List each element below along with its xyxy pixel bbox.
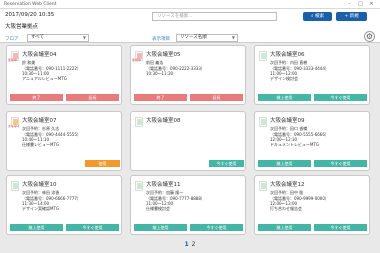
filter-display-select[interactable]: リソース名順 ▼: [176, 34, 238, 42]
card-action-button[interactable]: 今すぐ使用: [190, 224, 243, 231]
card-action-button[interactable]: 継上使用: [10, 224, 63, 231]
room-card[interactable]: 大阪会議室11 次回予約：加藤 隆一 （電話番号：090-7777-8888） 11:…: [130, 175, 246, 235]
room-name: 大阪会議室04: [22, 52, 57, 58]
search-button-label: 検索: [314, 14, 324, 19]
window-title: Reservation Web Client: [4, 2, 57, 7]
status-indicator: まもなく: [8, 124, 21, 128]
minimize-icon[interactable]: –: [346, 1, 353, 8]
card-action-button[interactable]: 終了: [134, 94, 187, 101]
app-header: 2017/09/20 10:35 大阪営業拠点 リソースを検索... ⌕ 検索 …: [0, 9, 380, 43]
location-name: 大阪営業拠点: [5, 24, 39, 30]
room-name: 大阪会議室06: [270, 52, 305, 58]
status-indicator: 使用中: [8, 58, 18, 62]
filter-floor-value: すべて: [31, 35, 45, 40]
room-name: 大阪会議室05: [146, 52, 181, 58]
room-card[interactable]: まもなく 大阪会議室07 次回予約：杉原 久志 （電話番号：090-4444-5555…: [6, 111, 122, 171]
room-name: 大阪会議室07: [22, 118, 57, 124]
reservation-detail-line: ドキュメントレビューMTG: [270, 142, 319, 147]
close-icon[interactable]: ✕: [368, 1, 375, 8]
search-input[interactable]: リソースを検索...: [152, 12, 277, 21]
search-button[interactable]: ⌕ 検索: [303, 12, 332, 21]
reservation-detail-line: デザイン検討会: [270, 76, 298, 81]
reservation-detail-line: 仕様書レビューMTG: [22, 142, 59, 147]
settings-gear-icon[interactable]: ⚙: [364, 31, 375, 42]
door-status-icon: [259, 51, 267, 61]
status-indicator: 使用中: [132, 58, 142, 62]
card-action-button[interactable]: 今すぐ使用: [314, 94, 367, 101]
card-action-button[interactable]: 継上使用: [258, 94, 311, 101]
new-button-label: 新規: [349, 14, 359, 19]
door-status-icon: [259, 181, 267, 191]
filter-display-value: リソース名順: [180, 35, 207, 40]
card-action-button[interactable]: 終了: [10, 94, 63, 101]
current-datetime: 2017/09/20 10:35: [5, 12, 55, 18]
room-card[interactable]: 大阪会議室06 次回予約：内田 直樹 （電話番号：090-3333-4444） 11:…: [254, 45, 370, 105]
card-action-button[interactable]: 延長: [66, 94, 119, 101]
room-name: 大阪会議室10: [22, 182, 57, 188]
room-name: 大阪会議室11: [146, 182, 181, 188]
room-card[interactable]: 大阪会議室10 次回予約：林田 涼香 （電話番号：090-6666-7777） 11:…: [6, 175, 122, 235]
room-card[interactable]: 使用中 大阪会議室04 鈴 和美 （電話番号：090-1111-2222） 10:30～…: [6, 45, 122, 105]
card-action-button[interactable]: 延長: [190, 94, 243, 101]
reservation-detail-line: 打ち合わせ報告会: [270, 206, 302, 211]
room-card[interactable]: 大阪会議室09 次回予約：田口 香織 （電話番号：090-5555-6666） 12:…: [254, 111, 370, 171]
reservation-detail-line: 10:30～11:30: [146, 71, 174, 76]
card-action-button[interactable]: 使用: [85, 160, 120, 167]
pagination: 12: [0, 241, 380, 248]
chevron-down-icon: ▼: [82, 35, 86, 40]
page-2-link[interactable]: 2: [192, 241, 196, 248]
door-status-icon: [135, 181, 143, 191]
page-1-link[interactable]: 1: [184, 241, 188, 248]
new-button[interactable]: + 新規: [336, 12, 367, 21]
filter-floor-select[interactable]: すべて ▼: [27, 34, 89, 42]
card-action-button[interactable]: 今すぐ使用: [314, 160, 367, 167]
card-action-button[interactable]: 継上使用: [258, 224, 311, 231]
card-action-button[interactable]: 今すぐ使用: [314, 224, 367, 231]
door-status-icon: [259, 117, 267, 127]
card-action-button[interactable]: 今すぐ使用: [66, 224, 119, 231]
room-card[interactable]: 大阪会議室12 次回予約：田中 聡（電話番号：090-9999-0000） 12:0…: [254, 175, 370, 235]
filter-display-label: 表示項目: [152, 37, 170, 42]
room-card[interactable]: 使用中 大阪会議室05 前田 義浩 （電話番号：090-2222-3333） 10:30…: [130, 45, 246, 105]
reservation-detail-line: アニュアルレビューMTG: [22, 76, 67, 81]
reservation-detail-line: 仕様書検討会: [146, 206, 170, 211]
room-name: 大阪会議室12: [270, 182, 305, 188]
card-action-button[interactable]: 継上使用: [134, 224, 187, 231]
reservation-detail-line: デザイン案確認MTG: [22, 206, 59, 211]
door-status-icon: [11, 181, 19, 191]
filter-floor-label: フロア: [5, 37, 19, 42]
room-card[interactable]: 大阪会議室08 今すぐ使用: [130, 111, 246, 171]
chevron-down-icon: ▼: [231, 35, 235, 40]
maximize-icon[interactable]: □: [357, 1, 364, 8]
room-name: 大阪会議室08: [146, 118, 181, 124]
room-name: 大阪会議室09: [270, 118, 305, 124]
window-titlebar: Reservation Web Client – □ ✕: [0, 0, 380, 9]
door-status-icon: [135, 117, 143, 127]
card-action-button[interactable]: 今すぐ使用: [209, 160, 244, 167]
card-action-button[interactable]: 継上使用: [258, 160, 311, 167]
